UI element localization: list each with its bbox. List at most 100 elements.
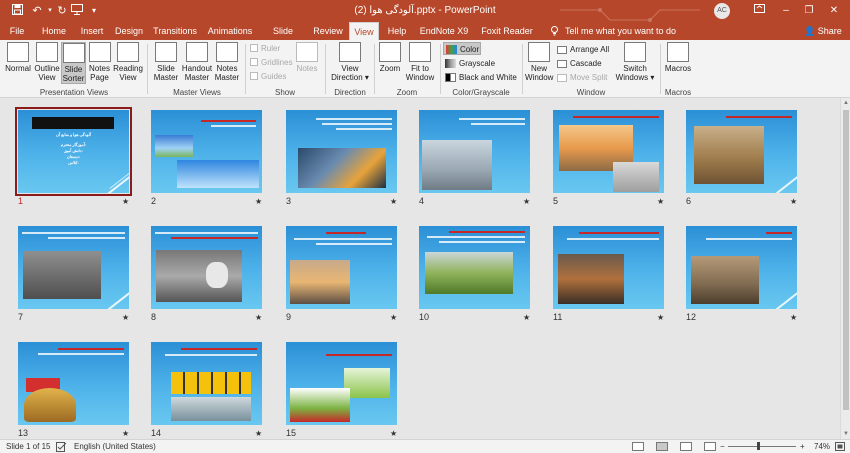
slide-image	[171, 372, 251, 394]
share-button[interactable]: 👤 Share	[804, 22, 842, 40]
slide-thumbnail[interactable]	[286, 226, 397, 309]
slide-thumbnail[interactable]	[286, 110, 397, 193]
scroll-up-icon[interactable]: ▲	[842, 100, 850, 106]
language-indicator[interactable]: English (United States)	[74, 440, 156, 453]
tab-insert[interactable]: Insert	[77, 22, 107, 40]
cascade-button[interactable]: Cascade	[556, 58, 602, 70]
gridlines-checkbox[interactable]: Gridlines	[250, 58, 293, 67]
transition-star-icon[interactable]: ★	[255, 429, 262, 438]
vertical-scrollbar[interactable]: ▲ ▼	[840, 98, 850, 439]
tab-endnote[interactable]: EndNote X9	[418, 22, 470, 40]
slide-sorter-status-icon[interactable]	[656, 442, 668, 451]
slide-thumbnail[interactable]	[18, 226, 129, 309]
slide-master-button[interactable]: Slide Master	[152, 42, 180, 82]
slide-thumbnail[interactable]	[419, 110, 530, 193]
zoom-in-button[interactable]: +	[800, 440, 805, 453]
slide-thumbnail[interactable]	[151, 226, 262, 309]
guides-checkbox[interactable]: Guides	[250, 72, 286, 81]
move-split-button[interactable]: Move Split	[556, 72, 607, 84]
transition-star-icon[interactable]: ★	[122, 429, 129, 438]
switch-windows-button[interactable]: Switch Windows ▾	[614, 42, 656, 82]
macros-group-label: Macros	[664, 88, 692, 97]
tab-transitions[interactable]: Transitions	[153, 22, 197, 40]
slide-text	[211, 125, 256, 127]
tab-foxit[interactable]: Foxit Reader PDF	[474, 22, 540, 54]
color-button[interactable]: Color	[443, 42, 481, 55]
transition-star-icon[interactable]: ★	[790, 197, 797, 206]
ribbon-display-icon[interactable]	[750, 3, 768, 19]
zoom-button[interactable]: Zoom	[378, 42, 402, 73]
slide-thumbnail[interactable]	[151, 110, 262, 193]
normal-view-button[interactable]: Normal	[4, 42, 32, 73]
slide-thumbnail[interactable]	[18, 342, 129, 425]
handout-master-button[interactable]: Handout Master	[181, 42, 213, 82]
slideshow-status-icon[interactable]	[704, 442, 716, 451]
switch-windows-label: Switch	[623, 64, 647, 73]
fit-to-window-label-2: Window	[405, 73, 435, 82]
slide-sorter-button[interactable]: Slide Sorter	[61, 42, 86, 84]
transition-star-icon[interactable]: ★	[390, 429, 397, 438]
restore-button[interactable]: ❐	[800, 3, 818, 19]
transition-star-icon[interactable]: ★	[255, 197, 262, 206]
transition-star-icon[interactable]: ★	[523, 197, 530, 206]
transition-star-icon[interactable]: ★	[122, 313, 129, 322]
slide-thumbnail[interactable]: آلودگی هوا و منابع آن آموزگار محترم: دان…	[15, 107, 132, 196]
tab-design[interactable]: Design	[114, 22, 144, 40]
notes-master-button[interactable]: Notes Master	[213, 42, 241, 82]
arrange-all-button[interactable]: Arrange All	[556, 44, 609, 56]
slide-text	[38, 353, 124, 355]
zoom-out-button[interactable]: −	[720, 440, 725, 453]
scrollbar-thumb[interactable]	[843, 110, 849, 410]
slide-thumbnail[interactable]	[553, 110, 664, 193]
tab-home[interactable]: Home	[38, 22, 70, 40]
transition-star-icon[interactable]: ★	[390, 197, 397, 206]
zoom-percent[interactable]: 74%	[814, 440, 830, 453]
new-window-button[interactable]: New Window	[525, 42, 553, 82]
slide-number: 14	[151, 428, 162, 438]
reading-view-button[interactable]: Reading View	[113, 42, 143, 82]
tell-me-search[interactable]: Tell me what you want to do	[565, 22, 685, 40]
slide-thumbnail[interactable]	[151, 342, 262, 425]
move-split-label: Move Split	[570, 73, 608, 82]
transition-star-icon[interactable]: ★	[657, 313, 664, 322]
view-direction-button[interactable]: View Direction ▾	[330, 42, 370, 82]
slide-thumbnail[interactable]	[419, 226, 530, 309]
fit-slide-icon[interactable]	[835, 440, 845, 453]
grayscale-button[interactable]: Grayscale	[443, 57, 513, 70]
spelling-check-icon[interactable]	[56, 440, 67, 453]
color-swatch-icon	[446, 45, 457, 54]
avatar[interactable]: AC	[714, 3, 730, 19]
slide1-student: دانش آموز:	[64, 148, 83, 153]
tab-slide-show[interactable]: Slide Show	[262, 22, 304, 54]
tab-help[interactable]: Help	[386, 22, 408, 40]
transition-star-icon[interactable]: ★	[122, 197, 129, 206]
macros-button[interactable]: Macros	[664, 42, 692, 73]
slide-sorter-label: Slide	[64, 65, 83, 74]
fit-to-window-button[interactable]: Fit to Window	[404, 42, 436, 82]
normal-view-status-icon[interactable]	[632, 442, 644, 451]
close-button[interactable]: ✕	[825, 3, 843, 19]
zoom-slider-thumb[interactable]	[757, 442, 760, 450]
minimize-button[interactable]: –	[777, 3, 795, 19]
slide-thumbnail[interactable]	[286, 342, 397, 425]
tab-animations[interactable]: Animations	[207, 22, 253, 40]
tab-review[interactable]: Review	[313, 22, 343, 40]
slide-thumbnail[interactable]	[553, 226, 664, 309]
reading-view-status-icon[interactable]	[680, 442, 692, 451]
notes-page-button[interactable]: Notes Page	[87, 42, 112, 82]
zoom-slider[interactable]	[728, 446, 796, 447]
ruler-checkbox[interactable]: Ruler	[250, 44, 280, 53]
outline-view-button[interactable]: Outline View	[33, 42, 61, 82]
transition-star-icon[interactable]: ★	[790, 313, 797, 322]
scroll-down-icon[interactable]: ▼	[842, 431, 850, 437]
transition-star-icon[interactable]: ★	[390, 313, 397, 322]
slide-thumbnail[interactable]	[686, 226, 797, 309]
tab-view[interactable]: View	[349, 22, 379, 40]
slide-thumbnail[interactable]	[686, 110, 797, 193]
tab-file[interactable]: File	[5, 22, 29, 40]
transition-star-icon[interactable]: ★	[657, 197, 664, 206]
notes-toggle-button[interactable]: Notes	[294, 42, 320, 73]
transition-star-icon[interactable]: ★	[523, 313, 530, 322]
transition-star-icon[interactable]: ★	[255, 313, 262, 322]
black-and-white-button[interactable]: Black and White	[443, 71, 519, 84]
